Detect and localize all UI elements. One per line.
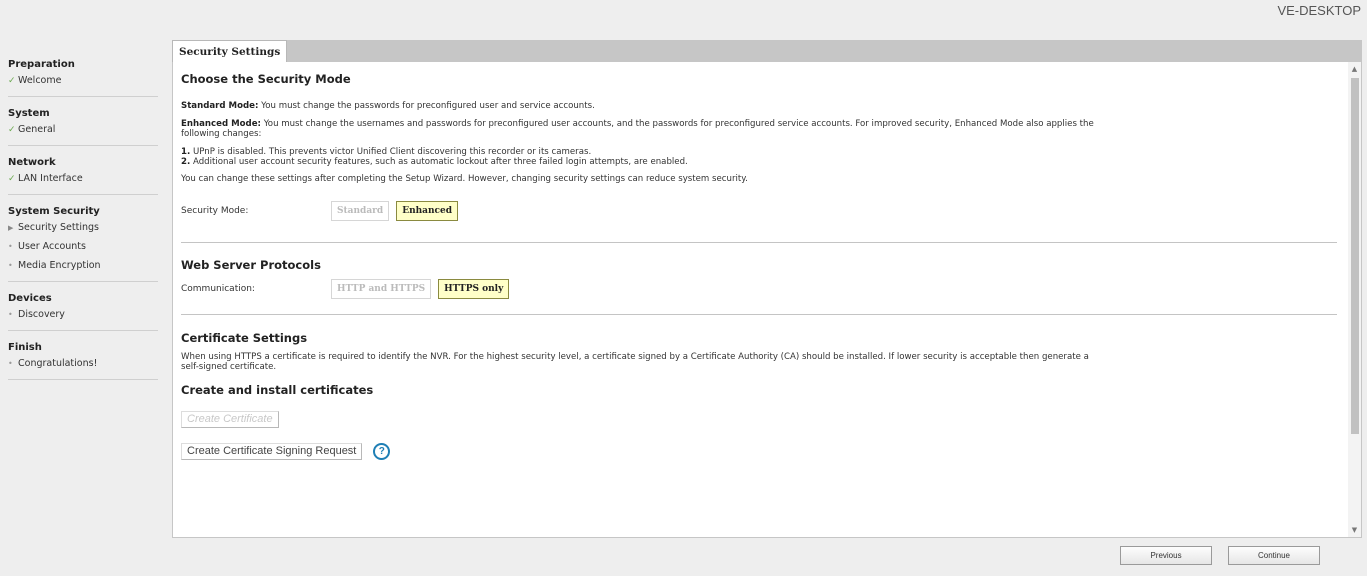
sidebar-item-label: Congratulations!: [18, 358, 98, 369]
change-text: Additional user account security feature…: [190, 157, 688, 167]
nav-group-title: Preparation: [8, 59, 75, 70]
nav-group-system: System ✓ General: [8, 101, 158, 146]
scroll-down-arrow-icon[interactable]: ▼: [1348, 524, 1361, 537]
nav-group-devices: Devices • Discovery: [8, 286, 158, 331]
standard-mode-label: Standard Mode:: [181, 101, 259, 111]
web-server-section: Web Server Protocols Communication: HTTP…: [181, 243, 1337, 299]
nav-group-finish: Finish • Congratulations!: [8, 335, 158, 380]
sidebar-item-security-settings[interactable]: ▶ Security Settings: [8, 218, 158, 237]
help-icon[interactable]: ?: [373, 443, 391, 460]
enhanced-mode-description: Enhanced Mode: You must change the usern…: [181, 119, 1131, 139]
sidebar-item-label: Discovery: [18, 309, 65, 320]
bullet-icon: •: [8, 242, 13, 251]
nav-group-network: Network ✓ LAN Interface: [8, 150, 158, 195]
nav-group-preparation: Preparation ✓ Welcome: [8, 52, 158, 97]
scroll-up-arrow-icon[interactable]: ▲: [1348, 63, 1361, 76]
change-number: 2.: [181, 157, 191, 167]
host-name: VE-DESKTOP: [1277, 3, 1361, 18]
change-number: 1.: [181, 147, 191, 157]
nav-group-title: Finish: [8, 342, 42, 353]
tab-strip: Security Settings: [172, 40, 1362, 63]
security-mode-heading: Choose the Security Mode: [181, 72, 351, 86]
http-and-https-button[interactable]: HTTP and HTTPS: [331, 279, 432, 299]
standard-mode-button[interactable]: Standard: [331, 201, 390, 221]
sidebar-item-media-encryption[interactable]: • Media Encryption: [8, 256, 158, 275]
https-only-button[interactable]: HTTPS only: [438, 279, 510, 299]
standard-mode-text: You must change the passwords for precon…: [258, 101, 595, 111]
security-settings-note: You can change these settings after comp…: [181, 174, 748, 184]
create-certificate-row: Create Certificate: [181, 411, 1337, 428]
security-mode-row: Security Mode: Standard Enhanced: [181, 201, 1337, 221]
vertical-scrollbar[interactable]: ▲ ▼: [1348, 62, 1361, 537]
sidebar-item-congratulations[interactable]: • Congratulations!: [8, 354, 158, 373]
nav-group-title: Network: [8, 157, 56, 168]
bullet-icon: •: [8, 359, 13, 368]
enhanced-mode-button[interactable]: Enhanced: [396, 201, 459, 221]
create-certificate-button[interactable]: Create Certificate: [181, 411, 279, 428]
csr-row: Create Certificate Signing Request ?: [181, 443, 1337, 460]
sidebar-item-welcome[interactable]: ✓ Welcome: [8, 71, 158, 90]
certificate-section: Certificate Settings When using HTTPS a …: [181, 315, 1337, 460]
security-mode-label: Security Mode:: [181, 206, 249, 216]
sidebar-item-label: Welcome: [18, 75, 62, 86]
scroll-thumb[interactable]: [1351, 78, 1359, 434]
sidebar-item-label: User Accounts: [18, 241, 86, 252]
current-arrow-icon: ▶: [8, 224, 14, 232]
change-text: UPnP is disabled. This prevents victor U…: [190, 147, 592, 157]
nav-group-title: System Security: [8, 206, 100, 217]
create-csr-button[interactable]: Create Certificate Signing Request: [181, 443, 363, 460]
enhanced-mode-text: You must change the usernames and passwo…: [181, 119, 1094, 139]
sidebar-item-label: LAN Interface: [18, 173, 83, 184]
certificate-description: When using HTTPS a certificate is requir…: [181, 352, 1089, 372]
wizard-sidebar: Preparation ✓ Welcome System ✓ General Net…: [8, 52, 158, 380]
panel-content: Choose the Security Mode Standard Mode: …: [181, 62, 1337, 460]
sidebar-item-label: Media Encryption: [18, 260, 101, 271]
previous-button[interactable]: Previous: [1120, 546, 1212, 565]
sidebar-item-discovery[interactable]: • Discovery: [8, 305, 158, 324]
change-item-2: 2. Additional user account security feat…: [181, 157, 1337, 167]
enhanced-mode-label: Enhanced Mode:: [181, 119, 261, 129]
security-mode-section: Choose the Security Mode Standard Mode: …: [181, 62, 1337, 221]
checkmark-icon: ✓: [8, 125, 16, 135]
create-certificates-heading: Create and install certificates: [181, 383, 374, 397]
standard-mode-description: Standard Mode: You must change the passw…: [181, 101, 1337, 111]
checkmark-icon: ✓: [8, 76, 16, 86]
sidebar-item-user-accounts[interactable]: • User Accounts: [8, 237, 158, 256]
communication-label: Communication:: [181, 284, 255, 294]
bullet-icon: •: [8, 261, 13, 270]
nav-group-title: Devices: [8, 293, 52, 304]
nav-group-system-security: System Security ▶ Security Settings • User…: [8, 199, 158, 282]
sidebar-item-label: General: [18, 124, 56, 135]
continue-button[interactable]: Continue: [1228, 546, 1320, 565]
bullet-icon: •: [8, 310, 13, 319]
change-item-1: 1. UPnP is disabled. This prevents victo…: [181, 147, 1337, 157]
sidebar-item-general[interactable]: ✓ General: [8, 120, 158, 139]
security-settings-panel: Choose the Security Mode Standard Mode: …: [172, 62, 1362, 538]
certificate-heading: Certificate Settings: [181, 331, 308, 345]
web-server-heading: Web Server Protocols: [181, 258, 321, 272]
tab-security-settings[interactable]: Security Settings: [172, 40, 288, 63]
sidebar-item-lan-interface[interactable]: ✓ LAN Interface: [8, 169, 158, 188]
checkmark-icon: ✓: [8, 174, 16, 184]
nav-group-title: System: [8, 108, 50, 119]
communication-row: Communication: HTTP and HTTPS HTTPS only: [181, 279, 1337, 299]
sidebar-item-label: Security Settings: [18, 222, 99, 233]
